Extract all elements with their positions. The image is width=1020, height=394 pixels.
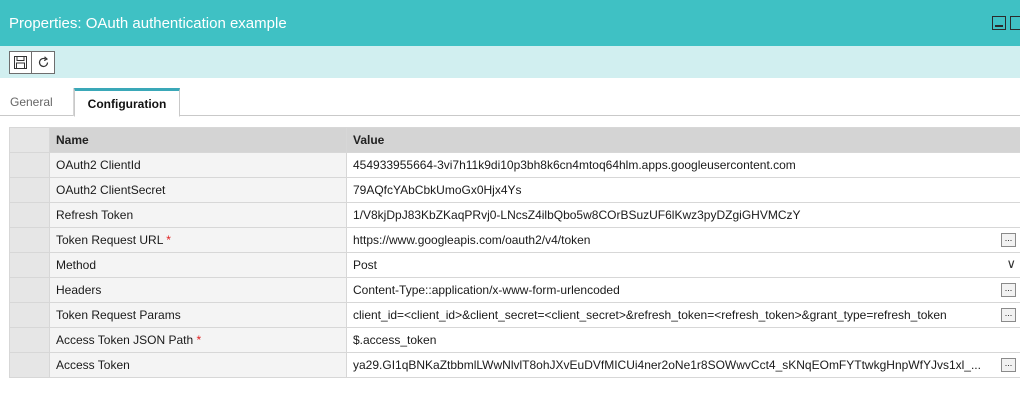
grid-header-row: Name Value <box>9 127 1020 153</box>
ellipsis-button[interactable]: ... <box>1001 308 1016 322</box>
table-row[interactable]: Token Request Params client_id=<client_i… <box>9 302 1020 328</box>
property-value-text[interactable]: 79AQfcYAbCbkUmoGx0Hjx4Ys <box>353 183 522 197</box>
tab-bar: General Configuration <box>0 88 1020 117</box>
ellipsis-button[interactable]: ... <box>1001 233 1016 247</box>
column-header-name[interactable]: Name <box>49 127 347 153</box>
property-value[interactable]: https://www.googleapis.com/oauth2/v4/tok… <box>346 227 1020 253</box>
row-selector-header <box>9 127 50 153</box>
toolbar <box>0 46 1020 78</box>
property-value-text[interactable]: ya29.GI1qBNKaZtbbmlLWwNlvlT8ohJXvEuDVfMI… <box>353 358 981 372</box>
property-name: OAuth2 ClientId <box>49 152 347 178</box>
tab-configuration[interactable]: Configuration <box>74 88 180 117</box>
property-name: Method <box>49 252 347 278</box>
refresh-icon <box>38 55 48 67</box>
property-value[interactable]: Post ∨ <box>346 252 1020 278</box>
window-title: Properties: OAuth authentication example <box>9 14 287 32</box>
property-name: Headers <box>49 277 347 303</box>
property-name: Refresh Token <box>49 202 347 228</box>
property-value-text[interactable]: 1/V8kjDpJ83KbZKaqPRvj0-LNcsZ4ilbQbo5w8CO… <box>353 208 801 222</box>
restore-icon[interactable] <box>1010 16 1020 30</box>
ellipsis-button[interactable]: ... <box>1001 283 1016 297</box>
row-selector[interactable] <box>9 302 50 328</box>
property-value-text[interactable]: https://www.googleapis.com/oauth2/v4/tok… <box>353 233 590 247</box>
window-controls <box>992 16 1020 30</box>
property-value[interactable]: 454933955664-3vi7h11k9di10p3bh8k6cn4mtoq… <box>346 152 1020 178</box>
row-selector[interactable] <box>9 352 50 378</box>
table-row[interactable]: OAuth2 ClientSecret 79AQfcYAbCbkUmoGx0Hj… <box>9 177 1020 203</box>
property-name-text: OAuth2 ClientSecret <box>56 183 166 197</box>
refresh-button[interactable] <box>32 50 55 74</box>
row-selector[interactable] <box>9 227 50 253</box>
table-row[interactable]: Method Post ∨ <box>9 252 1020 278</box>
minimize-icon[interactable] <box>992 16 1006 30</box>
property-name-text: Access Token <box>56 358 130 372</box>
save-icon <box>14 55 27 69</box>
table-row[interactable]: Access Token JSON Path * $.access_token <box>9 327 1020 353</box>
row-selector[interactable] <box>9 252 50 278</box>
property-value[interactable]: client_id=<client_id>&client_secret=<cli… <box>346 302 1020 328</box>
property-value[interactable]: Content-Type::application/x-www-form-url… <box>346 277 1020 303</box>
table-row[interactable]: Access Token ya29.GI1qBNKaZtbbmlLWwNlvlT… <box>9 352 1020 378</box>
property-value[interactable]: 79AQfcYAbCbkUmoGx0Hjx4Ys <box>346 177 1020 203</box>
row-selector[interactable] <box>9 277 50 303</box>
property-name-text: Headers <box>56 283 102 297</box>
required-marker: * <box>196 333 202 347</box>
ellipsis-button[interactable]: ... <box>1001 358 1016 372</box>
property-name: Token Request URL * <box>49 227 347 253</box>
table-row[interactable]: Token Request URL * https://www.googleap… <box>9 227 1020 253</box>
required-marker: * <box>166 233 171 247</box>
title-bar: Properties: OAuth authentication example <box>0 0 1020 46</box>
property-value-text[interactable]: Content-Type::application/x-www-form-url… <box>353 283 620 297</box>
row-selector[interactable] <box>9 327 50 353</box>
property-name-text: Token Request Params <box>56 308 181 322</box>
row-selector[interactable] <box>9 152 50 178</box>
table-row[interactable]: OAuth2 ClientId 454933955664-3vi7h11k9di… <box>9 152 1020 178</box>
property-name-text: Token Request URL <box>56 233 163 247</box>
table-row[interactable]: Refresh Token 1/V8kjDpJ83KbZKaqPRvj0-LNc… <box>9 202 1020 228</box>
method-select-value[interactable]: Post <box>353 258 377 272</box>
property-name-text: OAuth2 ClientId <box>56 158 141 172</box>
property-value-text[interactable]: 454933955664-3vi7h11k9di10p3bh8k6cn4mtoq… <box>353 158 796 172</box>
property-value[interactable]: ya29.GI1qBNKaZtbbmlLWwNlvlT8ohJXvEuDVfMI… <box>346 352 1020 378</box>
row-selector[interactable] <box>9 202 50 228</box>
property-name: Access Token JSON Path * <box>49 327 347 353</box>
property-name: Access Token <box>49 352 347 378</box>
save-button[interactable] <box>9 50 32 74</box>
tab-general[interactable]: General <box>0 88 74 116</box>
column-header-value[interactable]: Value <box>346 127 1020 153</box>
chevron-down-icon[interactable]: ∨ <box>1006 256 1016 272</box>
property-name-text: Access Token JSON Path <box>56 333 194 347</box>
table-row[interactable]: Headers Content-Type::application/x-www-… <box>9 277 1020 303</box>
property-name: Token Request Params <box>49 302 347 328</box>
property-value-text[interactable]: client_id=<client_id>&client_secret=<cli… <box>353 308 947 322</box>
row-selector[interactable] <box>9 177 50 203</box>
property-value[interactable]: 1/V8kjDpJ83KbZKaqPRvj0-LNcsZ4ilbQbo5w8CO… <box>346 202 1020 228</box>
properties-grid: Name Value OAuth2 ClientId 454933955664-… <box>9 127 1020 378</box>
property-value-text[interactable]: $.access_token <box>353 333 436 347</box>
property-name: OAuth2 ClientSecret <box>49 177 347 203</box>
property-name-text: Refresh Token <box>56 208 134 222</box>
property-name-text: Method <box>56 258 97 272</box>
property-value[interactable]: $.access_token <box>346 327 1020 353</box>
